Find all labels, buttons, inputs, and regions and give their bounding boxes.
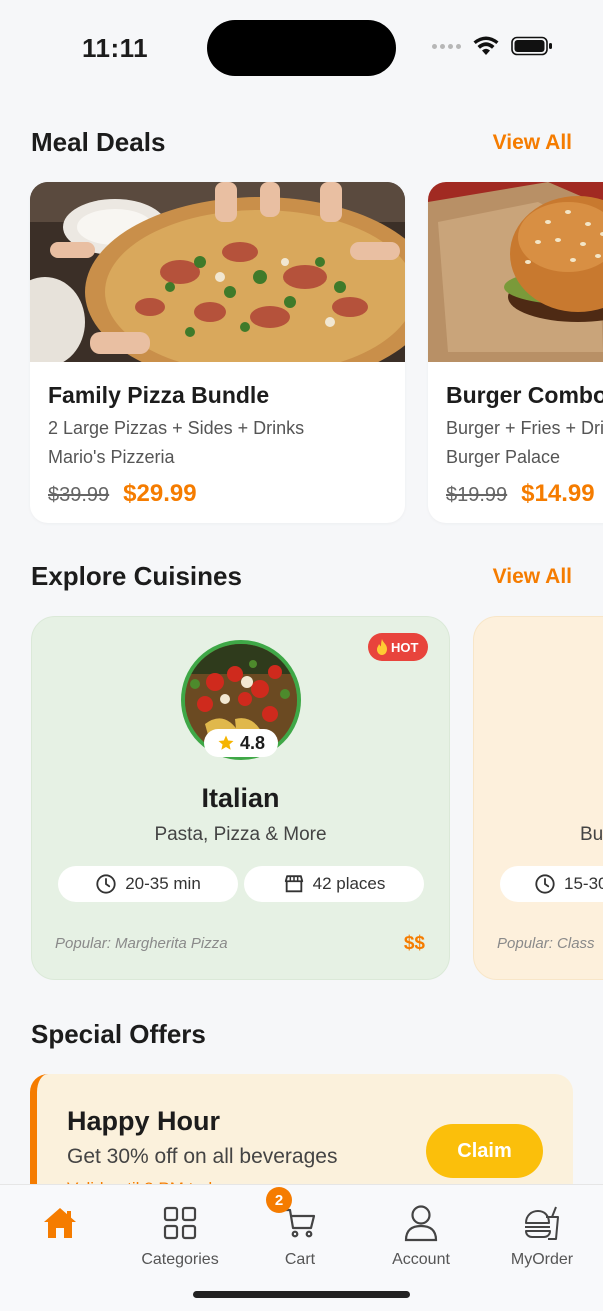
user-icon: [401, 1203, 441, 1243]
tab-label: Cart: [284, 1251, 316, 1268]
deal-description: Burger + Fries + Drink: [446, 418, 603, 438]
status-bar: 11:11: [0, 0, 603, 96]
deal-restaurant: Mario's Pizzeria: [48, 447, 175, 467]
deal-card[interactable]: Burger Combo Burger + Fries + Drink Burg…: [428, 182, 603, 523]
deal-old-price: $19.99: [446, 484, 508, 506]
delivery-time: 15-30: [564, 874, 603, 893]
hot-badge: HOT: [368, 633, 429, 661]
tab-categories[interactable]: Categories: [125, 1203, 235, 1269]
deal-prices: $39.99 $29.99: [48, 480, 387, 508]
home-indicator: [193, 1291, 410, 1298]
dynamic-island: [207, 20, 396, 76]
meal-deals-view-all-link[interactable]: View All: [493, 131, 572, 155]
clock-icon: [535, 874, 555, 894]
cart-icon: 2: [266, 1187, 320, 1243]
delivery-time-pill: 20-35 min: [58, 866, 238, 902]
delivery-time: 20-35 min: [125, 874, 201, 893]
tab-account[interactable]: Account: [366, 1203, 476, 1269]
hot-badge-label: HOT: [391, 639, 419, 655]
meal-deals-header: Meal Deals View All: [31, 127, 572, 158]
clock-icon: [96, 874, 116, 894]
cuisines-view-all-link[interactable]: View All: [493, 565, 572, 589]
tab-label: Categories: [141, 1251, 219, 1268]
meal-deals-title: Meal Deals: [31, 127, 166, 157]
signal-icon: [432, 43, 461, 49]
deal-description: 2 Large Pizzas + Sides + Drinks: [48, 418, 305, 438]
star-icon: [218, 735, 234, 750]
deal-old-price: $39.99: [48, 484, 110, 506]
burger-photo: [428, 182, 603, 362]
cuisine-card-second[interactable]: Bu 15-30 Popular: Class: [473, 616, 603, 980]
tab-cart[interactable]: 2 Cart: [245, 1187, 355, 1269]
cart-count-badge: 2: [266, 1187, 292, 1213]
cuisine-name: Italian: [201, 783, 280, 813]
tab-label: Account: [392, 1251, 450, 1268]
food-icon: [522, 1203, 562, 1243]
status-time: 11:11: [82, 33, 149, 63]
deal-prices: $19.99 $14.99: [446, 480, 603, 508]
offer-subtitle: Get 30% off on all beverages: [67, 1145, 338, 1168]
offers-title: Special Offers: [31, 1019, 206, 1049]
claim-button[interactable]: Claim: [426, 1124, 543, 1178]
flame-icon: [377, 639, 387, 655]
deal-name: Burger Combo: [446, 382, 603, 408]
rating-chip: 4.8: [204, 729, 278, 757]
cuisine-popular-dish: Popular: Class: [497, 935, 595, 952]
pizza-photo: [30, 182, 405, 362]
offers-header: Special Offers: [31, 1019, 572, 1050]
wifi-icon: [473, 36, 499, 55]
rating-value: 4.8: [239, 732, 266, 753]
places-count: 42 places: [312, 874, 386, 893]
meal-deals-carousel[interactable]: Family Pizza Bundle 2 Large Pizzas + Sid…: [30, 182, 603, 524]
cuisines-title: Explore Cuisines: [31, 561, 242, 591]
tab-label: MyOrder: [510, 1251, 574, 1268]
status-icons: [432, 36, 553, 56]
battery-icon: [511, 36, 552, 56]
store-icon: [284, 875, 303, 893]
cuisine-subtitle: Pasta, Pizza & More: [154, 824, 327, 845]
deal-card[interactable]: Family Pizza Bundle 2 Large Pizzas + Sid…: [30, 182, 405, 523]
deal-restaurant: Burger Palace: [446, 447, 561, 467]
cuisine-subtitle: Bu: [580, 824, 603, 845]
deal-name: Family Pizza Bundle: [48, 382, 270, 408]
delivery-time-pill: 15-30: [500, 866, 603, 902]
offer-title: Happy Hour: [67, 1106, 221, 1136]
app-screen: 11:11 Meal Deals View All Family Pizza B…: [0, 0, 603, 1311]
home-icon: [40, 1203, 80, 1243]
cuisine-popular-dish: Popular: Margherita Pizza: [55, 935, 228, 952]
cuisines-header: Explore Cuisines View All: [31, 561, 572, 592]
deal-new-price: $29.99: [123, 480, 197, 507]
places-pill: 42 places: [244, 866, 424, 902]
cuisine-price-level: $$: [403, 933, 425, 954]
tab-myorder[interactable]: MyOrder: [487, 1203, 597, 1269]
deal-new-price: $14.99: [521, 480, 595, 507]
grid-icon: [160, 1203, 200, 1243]
tab-home[interactable]: [5, 1203, 115, 1243]
cuisine-card-italian[interactable]: HOT 4.8 Italian Pasta, Pizza & More 20-3…: [31, 616, 450, 980]
